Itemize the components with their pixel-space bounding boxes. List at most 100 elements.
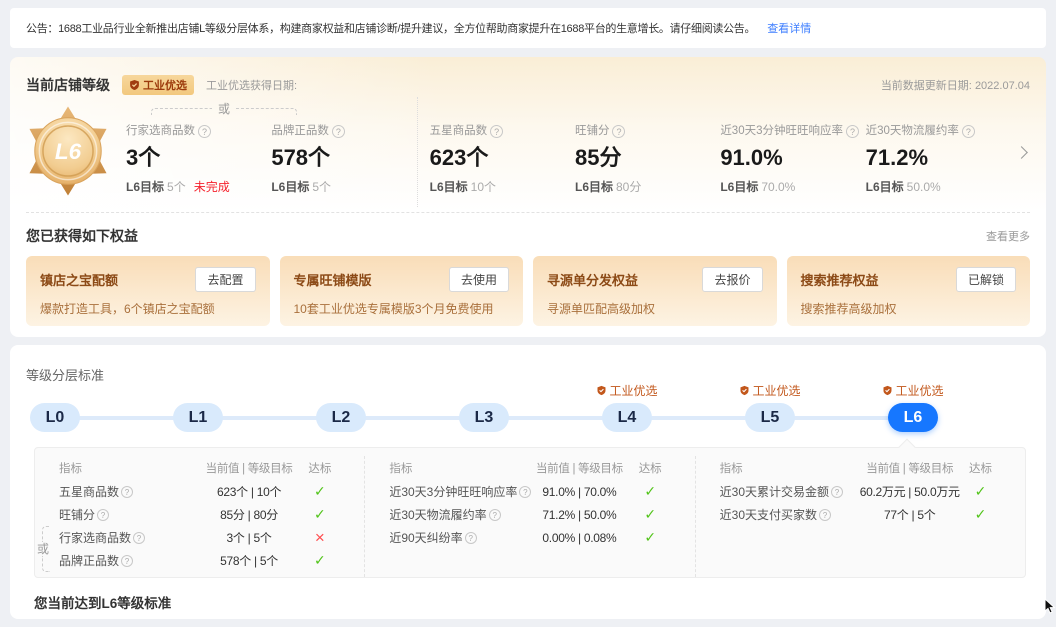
table-row: 旺铺分? 85分 | 80分 ✓: [35, 503, 364, 526]
metric-target: L6目标10个: [430, 178, 575, 195]
check-icon: ✓: [314, 506, 326, 523]
benefit-action-button[interactable]: 去配置: [195, 267, 255, 292]
level-L2: L2: [316, 403, 366, 432]
help-icon[interactable]: ?: [846, 125, 859, 138]
level-pill[interactable]: L2: [316, 403, 366, 432]
table-row: 行家选商品数?3个 | 5个×: [35, 526, 364, 549]
update-date-label: 当前数据更新日期:: [881, 80, 972, 92]
check-icon: ✓: [314, 552, 326, 569]
help-icon[interactable]: ?: [612, 125, 625, 138]
col-indicator: 指标: [59, 460, 82, 476]
indicator-values: 578个 | 5个: [220, 552, 278, 569]
current-level-card: 当前店铺等级 工业优选 工业优选获得日期: 当前数据更新日期: 2022.07.…: [10, 57, 1046, 337]
col-indicator: 指标: [720, 460, 743, 476]
indicator-label: 行家选商品数?: [59, 529, 145, 546]
benefit-desc: 10套工业优选专属模版3个月免费使用: [294, 300, 510, 317]
level-tag: 工业优选: [596, 382, 657, 399]
help-icon[interactable]: ?: [97, 509, 109, 521]
metric-value: 3个: [126, 144, 271, 172]
table-notch: [899, 439, 916, 456]
view-more-link[interactable]: 查看更多: [986, 228, 1030, 244]
indicator-values: 60.2万元 | 50.0万元: [860, 483, 960, 500]
help-icon[interactable]: ?: [519, 486, 531, 498]
industrial-select-badge: 工业优选: [122, 75, 194, 95]
chevron-right-icon[interactable]: [1015, 146, 1028, 159]
benefit-card: 镇店之宝配额去配置爆款打造工具，6个镇店之宝配额: [26, 256, 270, 326]
benefit-title: 寻源单分发权益: [547, 270, 638, 289]
benefit-action-button[interactable]: 已解锁: [956, 267, 1016, 292]
footer-status: 您当前达到L6等级标准: [34, 592, 1030, 612]
help-icon[interactable]: ?: [198, 125, 211, 138]
announcement-bar: 公告：1688工业品行业全新推出店铺L等级分层体系，构建商家权益和店铺诊断/提升…: [10, 8, 1046, 48]
level-L3: L3: [459, 403, 509, 432]
indicator-values: 77个 | 5个: [884, 506, 935, 523]
metric-label: 近30天物流履约率?: [866, 123, 1011, 140]
metrics-section: L6 或 行家选商品数?3个L6目标5个未完成品牌正品数?578个L6目标5个五…: [26, 97, 1030, 207]
indicator-values: 85分 | 80分: [220, 506, 278, 523]
update-date: 当前数据更新日期: 2022.07.04: [881, 77, 1030, 93]
indicator-values: 71.2% | 50.0%: [542, 508, 616, 522]
level-L6: 工业优选L6: [888, 403, 938, 432]
help-icon[interactable]: ?: [490, 125, 503, 138]
level-L4: 工业优选L4: [602, 403, 652, 432]
indicator-label: 旺铺分?: [59, 506, 109, 523]
metric-target: L6目标80分: [575, 178, 720, 195]
standards-table: 指标当前值 | 等级目标达标五星商品数?623个 | 10个✓旺铺分?85分 |…: [34, 447, 1026, 578]
help-icon[interactable]: ?: [489, 509, 501, 521]
help-icon[interactable]: ?: [831, 486, 843, 498]
col-met: 达标: [969, 460, 992, 476]
table-header-row: 指标当前值 | 等级目标达标: [35, 456, 364, 480]
table-row: 品牌正品数? 578个 | 5个 ✓: [35, 549, 364, 572]
metric-target: L6目标5个未完成: [126, 178, 271, 195]
table-group: 指标当前值 | 等级目标达标近30天3分钟旺旺响应率?91.0% | 70.0%…: [364, 456, 694, 577]
col-indicator: 指标: [389, 460, 412, 476]
badge-date-label: 工业优选获得日期:: [206, 77, 297, 93]
benefit-card: 专属旺铺模版去使用10套工业优选专属模版3个月免费使用: [280, 256, 524, 326]
level-pill[interactable]: L6: [888, 403, 938, 432]
indicator-values: 3个 | 5个: [227, 529, 272, 546]
level-pill[interactable]: L3: [459, 403, 509, 432]
section-title-current-level: 当前店铺等级: [26, 75, 110, 95]
or-bracket: 或: [42, 526, 50, 572]
level-track: L0L1L2L3工业优选L4工业优选L5工业优选L6: [30, 386, 938, 432]
metric: 近30天物流履约率?71.2%L6目标50.0%: [866, 97, 1011, 207]
check-icon: ✓: [314, 483, 326, 500]
level-pill[interactable]: L1: [173, 403, 223, 432]
col-value-target: 当前值 | 等级目标: [536, 460, 623, 476]
table-group: 指标当前值 | 等级目标达标近30天累计交易金额?60.2万元 | 50.0万元…: [695, 456, 1025, 577]
announcement-link[interactable]: 查看详情: [767, 20, 811, 36]
help-icon[interactable]: ?: [133, 532, 145, 544]
level-L1: L1: [173, 403, 223, 432]
benefit-action-button[interactable]: 去使用: [449, 267, 509, 292]
divider: [26, 212, 1030, 213]
table-row: 近30天支付买家数?77个 | 5个✓: [696, 503, 1025, 526]
table-row: 五星商品数?623个 | 10个✓: [35, 480, 364, 503]
level-pill[interactable]: L5: [745, 403, 795, 432]
current-level-header: 当前店铺等级 工业优选 工业优选获得日期: 当前数据更新日期: 2022.07.…: [26, 57, 1030, 97]
metric-value: 578个: [271, 144, 416, 172]
help-icon[interactable]: ?: [332, 125, 345, 138]
metric-label: 旺铺分?: [575, 123, 720, 140]
help-icon[interactable]: ?: [121, 555, 133, 567]
section-title-benefits: 您已获得如下权益: [26, 226, 138, 246]
check-icon: ✓: [975, 506, 987, 523]
col-met: 达标: [308, 460, 331, 476]
level-pill[interactable]: L0: [30, 403, 80, 432]
help-icon[interactable]: ?: [465, 532, 477, 544]
metric: 近30天3分钟旺旺响应率?91.0%L6目标70.0%: [720, 97, 865, 207]
badge-label: 工业优选: [143, 77, 187, 93]
benefit-cards: 镇店之宝配额去配置爆款打造工具，6个镇店之宝配额专属旺铺模版去使用10套工业优选…: [26, 256, 1030, 326]
benefit-action-button[interactable]: 去报价: [702, 267, 762, 292]
metric-status: 未完成: [194, 180, 230, 194]
help-icon[interactable]: ?: [819, 509, 831, 521]
level-pill[interactable]: L4: [602, 403, 652, 432]
table-row: 近30天累计交易金额?60.2万元 | 50.0万元✓: [696, 480, 1025, 503]
check-icon: ✓: [644, 506, 656, 523]
metric: 五星商品数?623个L6目标10个: [417, 97, 575, 207]
table-row: 近30天3分钟旺旺响应率?91.0% | 70.0%✓: [365, 480, 694, 503]
indicator-label: 品牌正品数?: [59, 552, 133, 569]
check-icon: ✓: [644, 483, 656, 500]
help-icon[interactable]: ?: [121, 486, 133, 498]
help-icon[interactable]: ?: [962, 125, 975, 138]
table-row: 近30天物流履约率?71.2% | 50.0%✓: [365, 503, 694, 526]
